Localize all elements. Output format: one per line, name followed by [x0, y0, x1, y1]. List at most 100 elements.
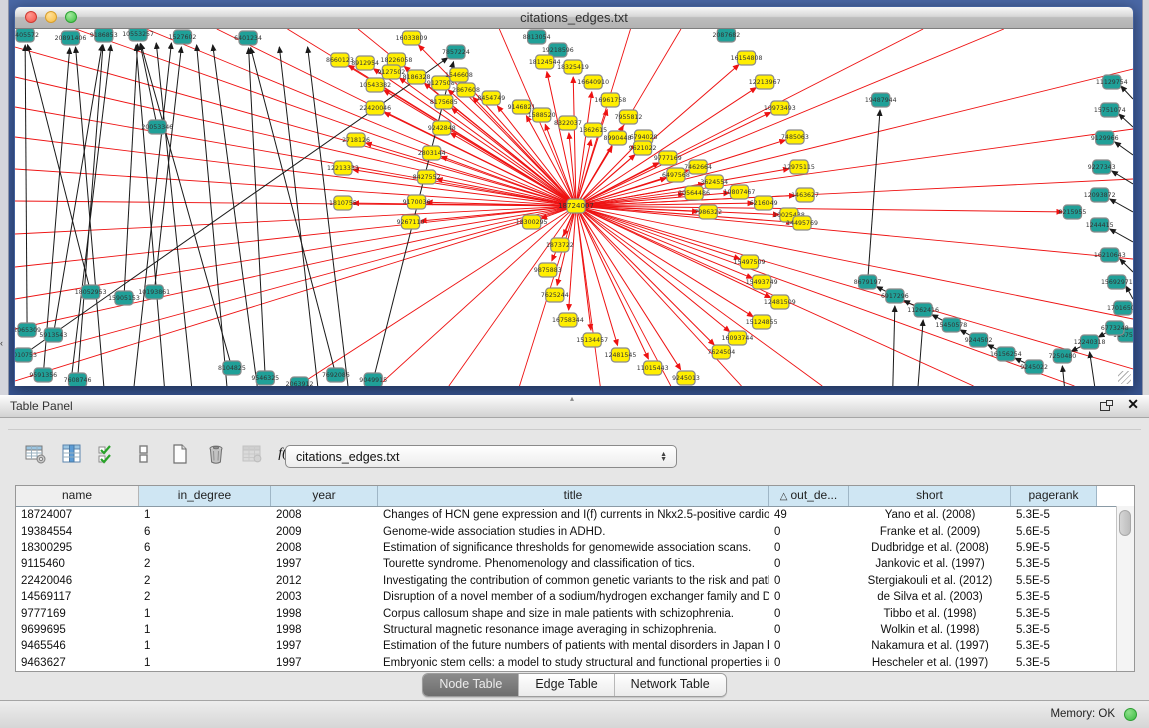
citation-edge[interactable]: [15, 47, 576, 206]
resize-grip-icon[interactable]: [1118, 371, 1131, 384]
citation-edge[interactable]: [384, 112, 576, 206]
citation-edge[interactable]: [1120, 259, 1133, 272]
delete-column-icon[interactable]: [202, 440, 230, 468]
citation-edge[interactable]: [251, 48, 336, 375]
citation-edge[interactable]: [124, 44, 138, 298]
column-header-year[interactable]: year: [271, 486, 378, 506]
citation-edge[interactable]: [134, 43, 171, 386]
citation-edge[interactable]: [154, 47, 181, 292]
table-row[interactable]: 1456911722003Disruption of a novel membe…: [16, 589, 1134, 605]
table-selector-dropdown[interactable]: citations_edges.txt ▲▼: [285, 445, 677, 468]
citation-edge[interactable]: [576, 206, 1133, 319]
citation-edge[interactable]: [213, 45, 257, 386]
citation-edge[interactable]: [249, 48, 266, 378]
float-panel-icon[interactable]: [1100, 400, 1113, 411]
table-row[interactable]: 911546021997Tourette syndrome. Phenomeno…: [16, 556, 1134, 572]
table-body: 1872400712008Changes of HCN gene express…: [16, 507, 1134, 671]
column-header-in-degree[interactable]: in_degree: [139, 486, 271, 506]
zoom-window-button[interactable]: [65, 11, 77, 23]
table-cell: 1: [139, 640, 271, 652]
citation-edge[interactable]: [576, 206, 1133, 369]
table-mode-icon[interactable]: [22, 440, 50, 468]
table-row[interactable]: 977716911998Corpus callosum shape and si…: [16, 605, 1134, 621]
network-window-titlebar[interactable]: citations_edges.txt: [15, 7, 1133, 29]
select-all-icon[interactable]: [94, 440, 122, 468]
citation-edge[interactable]: [76, 47, 104, 386]
network-view-canvas[interactable]: 2405572208914069186853105532571527602640…: [15, 29, 1133, 386]
network-node-label: 9129966: [1091, 135, 1119, 142]
table-row[interactable]: 969969511998Structural magnetic resonanc…: [16, 622, 1134, 638]
table-cell: 0: [769, 558, 849, 570]
table-row[interactable]: 946554611997Estimation of the future num…: [16, 638, 1134, 654]
import-table-icon[interactable]: [238, 440, 266, 468]
network-node-label: 1362615: [579, 127, 607, 134]
tab-node-table[interactable]: Node Table: [423, 674, 519, 696]
network-node-label: 9267110: [397, 219, 425, 226]
network-node-label: 10807467: [724, 189, 756, 196]
citation-edge[interactable]: [1126, 286, 1133, 299]
citation-edge[interactable]: [1121, 86, 1133, 99]
tab-network-table[interactable]: Network Table: [615, 674, 726, 696]
split-divider-handle[interactable]: ▴: [570, 394, 574, 403]
table-cell: Genome-wide association studies in ADHD.: [378, 526, 769, 538]
citation-edge[interactable]: [15, 206, 576, 267]
citation-edge[interactable]: [1062, 366, 1064, 386]
citation-edge[interactable]: [156, 43, 191, 386]
network-node-label: 18325419: [557, 64, 589, 71]
table-row[interactable]: 1830029562008Estimation of significance …: [16, 540, 1134, 556]
citation-edge[interactable]: [1112, 171, 1133, 184]
citation-edge[interactable]: [576, 69, 1133, 206]
network-node-label: 12213333: [327, 165, 359, 172]
citation-edge[interactable]: [25, 45, 27, 330]
column-header-short[interactable]: short: [849, 486, 1011, 506]
column-header-out-de-[interactable]: △out_de...: [769, 486, 849, 506]
citation-edge[interactable]: [576, 206, 591, 330]
citation-edge[interactable]: [576, 206, 730, 332]
column-header-name[interactable]: name: [16, 486, 139, 506]
table-row[interactable]: 2242004622012Investigating the contribut…: [16, 573, 1134, 589]
network-node-label: 8175685: [430, 99, 458, 106]
network-node-label: 16640910: [577, 79, 609, 86]
table-row[interactable]: 1938455462009Genome-wide association stu…: [16, 523, 1134, 539]
new-column-icon[interactable]: [166, 440, 194, 468]
network-node-label: 18724007: [558, 201, 594, 210]
network-node-label: 12975115: [783, 164, 815, 171]
deselect-all-icon[interactable]: [130, 440, 158, 468]
panel-collapse-arrow-icon[interactable]: ‹: [0, 338, 3, 348]
citation-edge[interactable]: [298, 206, 576, 386]
citation-edge[interactable]: [279, 47, 317, 386]
network-graph[interactable]: 2405572208914069186853105532571527602640…: [15, 29, 1133, 386]
citation-edge[interactable]: [1119, 114, 1133, 127]
citation-edge[interactable]: [76, 29, 576, 206]
minimize-window-button[interactable]: [45, 11, 57, 23]
citation-edge[interactable]: [140, 44, 157, 127]
table-cell: Stergiakouli et al. (2012): [849, 575, 1011, 587]
citation-edge[interactable]: [576, 129, 1133, 206]
close-window-button[interactable]: [25, 11, 37, 23]
close-panel-icon[interactable]: ✕: [1127, 396, 1139, 413]
scrollbar-thumb[interactable]: [1119, 510, 1131, 536]
tab-edge-table[interactable]: Edge Table: [519, 674, 614, 696]
citation-edge[interactable]: [43, 48, 69, 375]
network-node-label: 5913543: [39, 332, 67, 339]
network-node-label: 16154808: [731, 55, 763, 62]
table-row[interactable]: 946362711997Embryonic stem cells: a mode…: [16, 655, 1134, 671]
citation-edge[interactable]: [868, 110, 880, 282]
table-selector-value: citations_edges.txt: [286, 450, 660, 464]
citation-edge[interactable]: [15, 206, 576, 329]
citation-edge[interactable]: [1110, 199, 1133, 212]
table-vertical-scrollbar[interactable]: [1116, 506, 1134, 671]
citation-edge[interactable]: [308, 47, 348, 386]
citation-edge[interactable]: [1110, 229, 1133, 242]
table-cell: 2009: [271, 526, 378, 538]
show-columns-icon[interactable]: [58, 440, 86, 468]
column-header-title[interactable]: title: [378, 486, 769, 506]
citation-edge[interactable]: [576, 92, 592, 206]
column-header-pagerank[interactable]: pagerank: [1011, 486, 1097, 506]
citation-edge[interactable]: [141, 44, 232, 368]
table-cell: 5.9E-5: [1011, 542, 1097, 554]
citation-edge[interactable]: [136, 45, 164, 386]
citation-edge[interactable]: [893, 306, 895, 386]
citation-edge[interactable]: [1115, 142, 1133, 155]
table-row[interactable]: 1872400712008Changes of HCN gene express…: [16, 507, 1134, 523]
